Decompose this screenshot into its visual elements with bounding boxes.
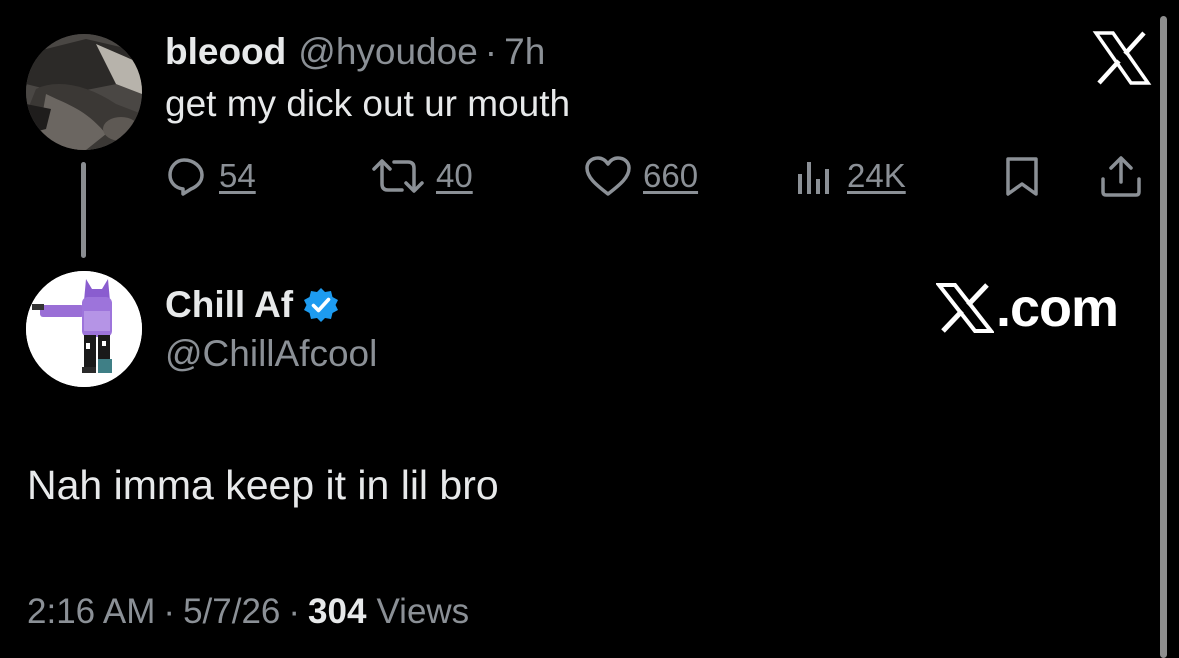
avatar-image bbox=[26, 34, 142, 150]
retweet-count[interactable]: 40 bbox=[436, 157, 473, 195]
reply-display-name[interactable]: Chill Af bbox=[165, 284, 293, 326]
parent-display-name[interactable]: bleood bbox=[165, 28, 286, 76]
verified-badge-icon[interactable] bbox=[303, 287, 339, 323]
reply-button[interactable]: 54 bbox=[165, 152, 256, 200]
reply-count[interactable]: 54 bbox=[219, 157, 256, 195]
retweet-icon bbox=[372, 159, 424, 193]
views-count[interactable]: 24K bbox=[847, 157, 906, 195]
reply-handle[interactable]: @ChillAfcool bbox=[165, 330, 377, 378]
parent-handle[interactable]: @hyoudoe bbox=[298, 28, 478, 76]
meta-separator: · bbox=[163, 592, 176, 631]
reply-icon bbox=[168, 158, 204, 196]
share-icon bbox=[1101, 156, 1141, 197]
tweet-time[interactable]: 2:16 AM bbox=[27, 588, 155, 636]
tweet-views-label: Views bbox=[376, 592, 470, 631]
heart-icon bbox=[585, 156, 631, 196]
like-count[interactable]: 660 bbox=[643, 157, 698, 195]
like-button[interactable]: 660 bbox=[583, 152, 698, 200]
retweet-button[interactable]: 40 bbox=[370, 152, 473, 200]
scrollbar[interactable] bbox=[1160, 16, 1167, 658]
parent-timestamp[interactable]: 7h bbox=[504, 28, 545, 76]
share-button[interactable] bbox=[1098, 152, 1144, 200]
parent-avatar[interactable] bbox=[26, 34, 142, 150]
x-logo-icon bbox=[1092, 30, 1152, 86]
header-separator: · bbox=[484, 31, 498, 72]
tweet-meta-row: 2:16 AM · 5/7/26 · 304 Views bbox=[27, 588, 469, 636]
watermark-text: .com bbox=[996, 278, 1119, 338]
tweet-views-count[interactable]: 304 bbox=[308, 588, 366, 636]
xcom-watermark: .com bbox=[936, 276, 1119, 340]
thread-connector-line bbox=[81, 162, 86, 258]
views-button[interactable]: 24K bbox=[793, 152, 906, 200]
parent-tweet-header: bleood @hyoudoe · 7h bbox=[165, 28, 545, 76]
tweet-date[interactable]: 5/7/26 bbox=[183, 588, 280, 636]
analytics-icon bbox=[798, 162, 829, 194]
reply-tweet-text: Nah imma keep it in lil bro bbox=[27, 462, 499, 508]
meta-separator: · bbox=[288, 592, 301, 631]
bookmark-button[interactable] bbox=[1000, 152, 1044, 200]
reply-name-row: Chill Af bbox=[165, 280, 339, 330]
bookmark-icon bbox=[1006, 157, 1038, 196]
parent-tweet-text: get my dick out ur mouth bbox=[165, 83, 571, 124]
reply-avatar[interactable] bbox=[26, 271, 142, 387]
x-logo-icon bbox=[936, 283, 994, 333]
avatar-image bbox=[26, 271, 142, 387]
